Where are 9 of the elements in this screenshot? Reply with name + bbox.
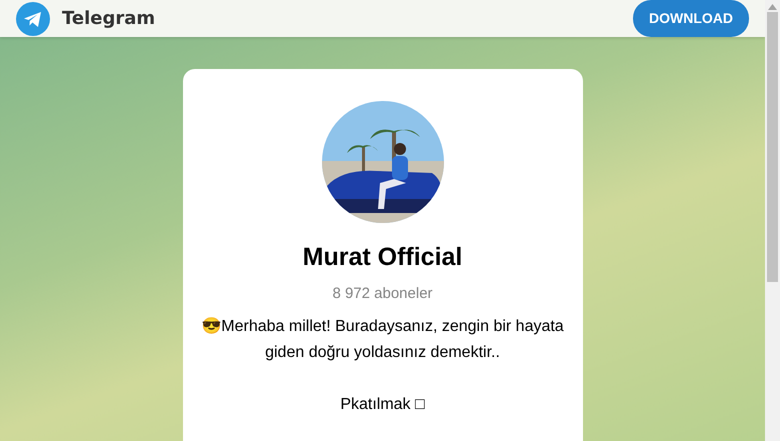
brand-name[interactable]: Telegram [62, 5, 156, 32]
channel-title: Murat Official [302, 242, 464, 273]
channel-description: Pkatılmak □ [339, 395, 426, 415]
scroll-up-arrow-icon[interactable] [768, 4, 777, 10]
download-button[interactable]: DOWNLOAD [633, 0, 749, 37]
subscriber-count: 8 972 aboneler [331, 284, 434, 304]
scrollbar[interactable] [765, 0, 780, 441]
channel-description: 😎Merhaba millet! Buradaysanız, zengin bir hayata giden doğru yoldasınız demektir.. [200, 316, 565, 363]
telegram-logo-icon [16, 2, 50, 36]
